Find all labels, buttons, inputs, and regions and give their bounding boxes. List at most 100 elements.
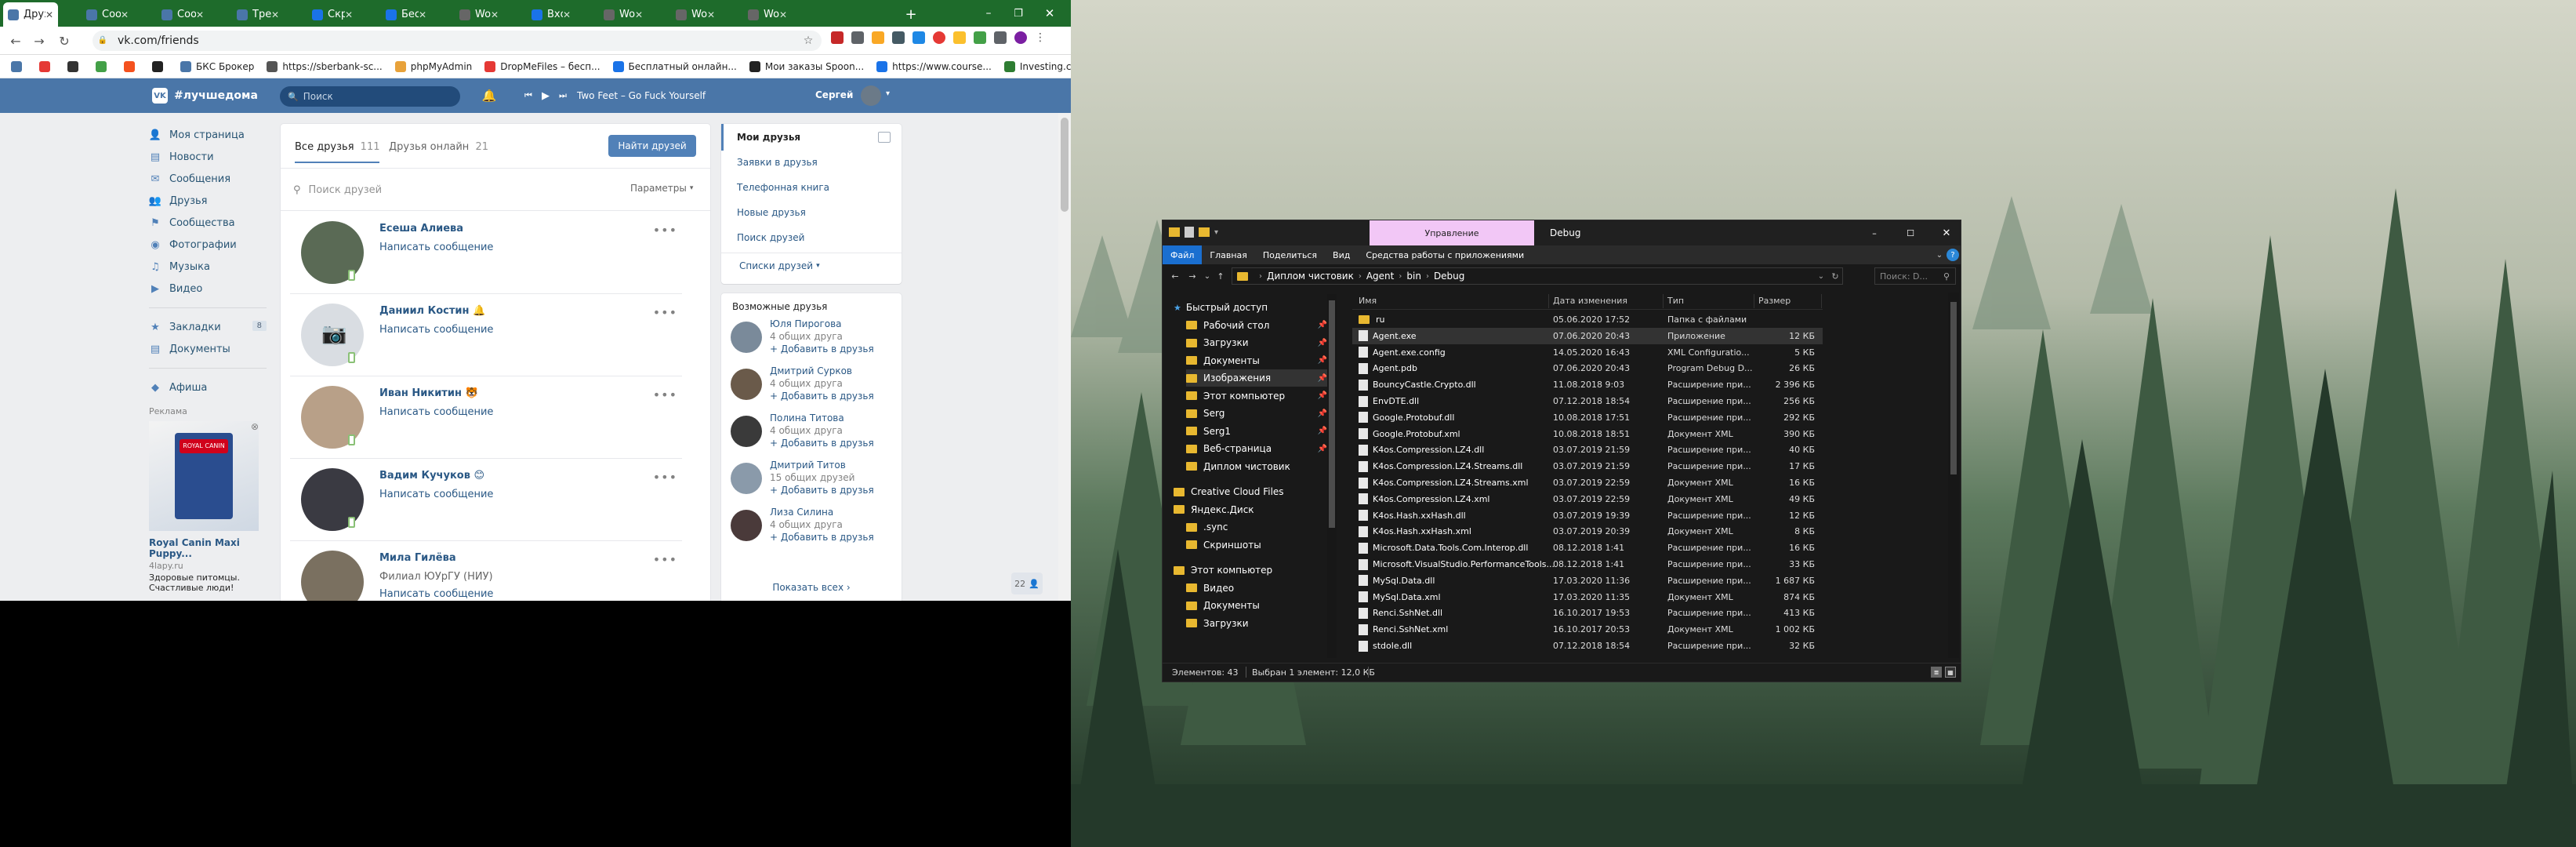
properties-icon[interactable] — [1185, 227, 1194, 238]
file-row[interactable]: Microsoft.Data.Tools.Com.Interop.dll 08.1… — [1352, 540, 1823, 556]
file-row[interactable]: BouncyCastle.Crypto.dll 11.08.2018 9:03 Ра… — [1352, 376, 1823, 393]
chevron-down-icon[interactable]: ▾ — [886, 89, 890, 98]
files-scrollbar[interactable] — [1948, 293, 1959, 658]
browser-tab[interactable]: Workt✕ — [671, 2, 720, 27]
close-icon[interactable]: ✕ — [1041, 5, 1058, 22]
vk-logo[interactable]: VK #лучшедома — [152, 88, 258, 104]
friend-row[interactable]: 📷 Даниил Костин 🔔 Написать сообщение ••• — [290, 294, 682, 376]
nav-item[interactable]: ▶ Видео — [149, 278, 267, 300]
forward-icon[interactable]: → — [1186, 270, 1199, 282]
ad-title[interactable]: Royal Canin Maxi Puppy... — [149, 537, 267, 559]
close-tab-icon[interactable]: ✕ — [419, 9, 426, 20]
close-tab-icon[interactable]: ✕ — [45, 9, 53, 20]
player-track[interactable]: Two Feet – Go Fuck Yourself — [577, 90, 706, 101]
online-counter[interactable]: 22 👤 — [1011, 573, 1043, 594]
ribbon-tab[interactable]: Средства работы с приложениями — [1358, 245, 1532, 264]
scrollbar-thumb[interactable] — [1061, 118, 1068, 212]
bookmark-icon[interactable] — [39, 60, 55, 72]
file-row[interactable]: Renci.SshNet.dll 16.10.2017 19:53 Расширен… — [1352, 605, 1823, 621]
file-row[interactable]: Agent.exe.config 14.05.2020 16:43 XML Conf… — [1352, 344, 1823, 361]
bookmark-icon[interactable] — [67, 60, 83, 72]
avatar[interactable] — [731, 510, 762, 541]
ad-image[interactable]: ROYAL CANIN — [149, 421, 259, 531]
file-row[interactable]: Google.Protobuf.dll 10.08.2018 17:51 Расши… — [1352, 409, 1823, 426]
large-icons-view-icon[interactable]: ▦ — [1945, 667, 1956, 678]
avatar[interactable] — [861, 85, 881, 106]
close-tab-icon[interactable]: ✕ — [345, 9, 353, 20]
write-message-link[interactable]: Написать сообщение — [379, 324, 493, 336]
browser-tab[interactable]: Сообщ✕ — [82, 2, 133, 27]
nav-item[interactable]: Документы — [1186, 597, 1327, 614]
nav-item[interactable]: ⚑ Сообщества — [149, 212, 267, 234]
nav-item[interactable]: Видео — [1186, 580, 1327, 597]
forward-icon[interactable]: → — [31, 33, 47, 49]
chevron-right-icon[interactable]: › — [1259, 272, 1262, 281]
friend-row[interactable]: Есеша Алиева Написать сообщение ••• — [290, 212, 682, 294]
close-tab-icon[interactable]: ✕ — [121, 9, 129, 20]
file-row[interactable]: Renci.SshNet.xml 16.10.2017 20:53 Документ… — [1352, 621, 1823, 638]
menu-item[interactable]: Мои друзья — [737, 132, 800, 143]
nav-item[interactable]: Serg1 📌 — [1186, 423, 1327, 440]
ribbon-tab[interactable]: Вид — [1325, 245, 1358, 264]
file-row[interactable]: EnvDTE.dll 07.12.2018 18:54 Расширение при… — [1352, 393, 1823, 409]
pin-icon[interactable]: 📌 — [1318, 321, 1327, 329]
nav-item[interactable]: 👥 Друзья — [149, 190, 267, 212]
apps-icon[interactable] — [11, 60, 27, 72]
scrollbar-thumb[interactable] — [1950, 302, 1957, 474]
file-row[interactable]: K4os.Hash.xxHash.xml 03.07.2019 20:39 Доку… — [1352, 523, 1823, 540]
nav-item[interactable]: Serg 📌 — [1186, 405, 1327, 422]
mutual-friends[interactable]: 4 общих друга — [770, 425, 843, 436]
avatar[interactable] — [731, 322, 762, 353]
next-track-icon[interactable]: ⏭ — [557, 89, 569, 103]
vk-search-input[interactable]: 🔍 Поиск — [280, 86, 460, 107]
col-date[interactable]: Дата изменения — [1553, 296, 1627, 306]
close-ad-icon[interactable]: ⊗ — [249, 421, 260, 432]
ad-block[interactable]: ROYAL CANIN ⊗ Royal Canin Maxi Puppy... … — [149, 421, 267, 593]
add-friend-link[interactable]: + Добавить в друзья — [770, 485, 874, 496]
chevron-down-icon[interactable]: ⌄ — [1202, 270, 1213, 282]
nav-item[interactable]: Этот компьютер 📌 — [1186, 387, 1327, 405]
extension-icon[interactable] — [933, 31, 945, 44]
friend-search-input[interactable]: ⚲ Поиск друзей — [293, 176, 685, 204]
possible-name[interactable]: Дмитрий Сурков — [770, 365, 852, 376]
minimize-icon[interactable]: – — [1867, 225, 1882, 241]
close-tab-icon[interactable]: ✕ — [563, 9, 571, 20]
details-view-icon[interactable]: ≣ — [1931, 667, 1942, 678]
url-input[interactable]: 🔒 vk.com/friends ☆ — [93, 31, 822, 51]
mutual-friends[interactable]: 4 общих друга — [770, 331, 843, 342]
ribbon-context-tab[interactable]: Управление — [1370, 220, 1534, 245]
file-row[interactable]: Google.Protobuf.xml 10.08.2018 18:51 Докум… — [1352, 426, 1823, 442]
bookmark-item[interactable]: Мои заказы Spoon... — [749, 60, 864, 72]
write-message-link[interactable]: Написать сообщение — [379, 242, 493, 253]
ribbon-tab[interactable]: Поделиться — [1255, 245, 1325, 264]
bookmark-icon[interactable] — [96, 60, 111, 72]
play-icon[interactable]: ▶ — [539, 89, 552, 103]
file-row[interactable]: ru 05.06.2020 17:52 Папка с файлами — [1352, 311, 1823, 328]
column-divider[interactable] — [1663, 294, 1664, 308]
menu-item[interactable]: Заявки в друзья — [737, 157, 818, 168]
nav-item[interactable]: Загрузки — [1186, 615, 1327, 632]
file-row[interactable]: K4os.Compression.LZ4.dll 03.07.2019 21:59… — [1352, 442, 1823, 458]
breadcrumb-item[interactable]: Agent — [1366, 271, 1395, 282]
close-tab-icon[interactable]: ✕ — [707, 9, 715, 20]
friend-row[interactable]: Вадим Кучуков 😊 Написать сообщение ••• — [290, 459, 682, 541]
possible-name[interactable]: Лиза Силина — [770, 507, 833, 518]
file-row[interactable]: Microsoft.VisualStudio.PerformanceTools.… — [1352, 556, 1823, 573]
params-button[interactable]: Параметры ▾ — [630, 183, 693, 194]
possible-name[interactable]: Полина Титова — [770, 413, 844, 424]
nav-item[interactable]: Скриншоты — [1186, 536, 1327, 554]
search-input[interactable]: Поиск: D... ⚲ — [1874, 267, 1956, 285]
tab-all-friends[interactable]: Все друзья 111 — [295, 141, 380, 153]
star-icon[interactable]: ☆ — [801, 34, 815, 48]
bookmark-item[interactable]: https://sberbank-sc... — [267, 60, 383, 72]
nav-item[interactable]: Изображения 📌 — [1186, 369, 1327, 387]
mutual-friends[interactable]: 4 общих друга — [770, 378, 843, 389]
write-message-link[interactable]: Написать сообщение — [379, 489, 493, 500]
nav-item[interactable]: ★ Быстрый доступ — [1174, 299, 1327, 316]
bookmark-item[interactable]: https://www.course... — [876, 60, 992, 72]
breadcrumb-item[interactable]: Debug — [1434, 271, 1464, 282]
nav-item[interactable]: Creative Cloud Files — [1174, 483, 1327, 500]
close-tab-icon[interactable]: ✕ — [779, 9, 787, 20]
extension-icon[interactable] — [851, 31, 864, 44]
reload-icon[interactable]: ↻ — [56, 33, 72, 49]
